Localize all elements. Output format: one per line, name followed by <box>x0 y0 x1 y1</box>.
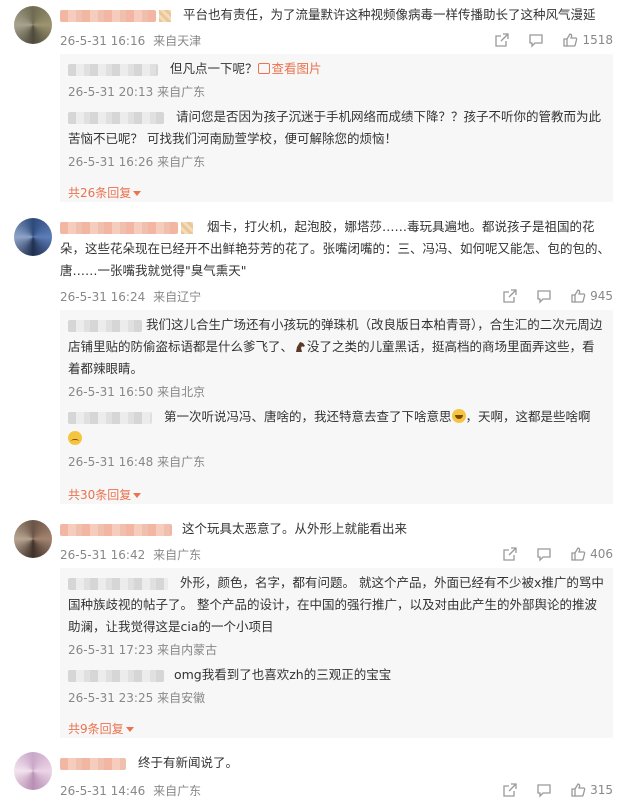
comment-meta: 26-5-31 14:46 来自广东 <box>60 782 205 799</box>
thumbs-up-icon <box>570 546 586 562</box>
comment-icon[interactable] <box>536 288 552 304</box>
reply-location: 来自内蒙古 <box>157 643 218 657</box>
reply-location: 来自安徽 <box>157 691 206 705</box>
thumbs-up-icon <box>570 782 586 798</box>
comment-actions: 406 <box>502 546 613 562</box>
reply-location: 来自北京 <box>157 385 206 399</box>
reply-text: 第一次听说冯冯、唐啥的，我还特意去查了下啥意思 <box>163 409 452 424</box>
comment-body: 烟卡，打火机，起泡胶，娜塔莎……毒玩具遍地。都说孩子是祖国的花朵，这些花朵现在已… <box>60 216 613 282</box>
reply-username[interactable] <box>68 577 168 590</box>
username[interactable] <box>60 757 126 770</box>
comment-location: 来自辽宁 <box>153 290 202 304</box>
thumbs-up-icon <box>562 32 578 48</box>
reply-date: 26-5-31 17:23 <box>68 643 154 657</box>
reply-username[interactable] <box>68 111 164 124</box>
more-replies-button[interactable]: 共26条回复 <box>68 184 142 201</box>
like-count: 1518 <box>582 33 613 47</box>
laughing-emoji-icon <box>451 409 466 423</box>
share-icon[interactable] <box>494 32 510 48</box>
image-icon <box>257 63 270 74</box>
avatar[interactable] <box>14 6 52 44</box>
badge-icon <box>159 9 171 22</box>
comment-text: 平台也有责任，为了流量默许这种视频像病毒一样传播助长了这种风气漫延 <box>182 7 596 22</box>
like-count: 315 <box>590 783 613 797</box>
username[interactable] <box>60 9 156 22</box>
reply-username[interactable] <box>68 669 164 682</box>
reply-date: 26-5-31 16:26 <box>68 155 154 169</box>
chevron-down-icon <box>133 493 142 498</box>
comment-location: 来自广东 <box>153 548 202 562</box>
reply-text: omg我看到了也喜欢zh的三观正的宝宝 <box>173 667 392 682</box>
reply-block: 但凡点一下呢？ 查看图片 26-5-31 20:13 来自广东 请问您是否因为孩子… <box>60 54 613 202</box>
reply-date: 26-5-31 16:48 <box>68 455 154 469</box>
comment-body: 终于有新闻说了。 <box>60 752 613 774</box>
share-icon[interactable] <box>502 782 518 798</box>
avatar[interactable] <box>14 520 52 558</box>
comment-item: 这个玩具太恶意了。从外形上就能看出来 26-5-31 16:42 来自广东 40… <box>0 510 625 742</box>
reply-username[interactable] <box>68 63 158 76</box>
reply-block: 我们这儿合生广场还有小孩玩的弹珠机（改良版日本柏青哥），合生汇的二次元周边店铺里… <box>60 310 613 504</box>
like-button[interactable]: 1518 <box>562 32 613 48</box>
avatar[interactable] <box>14 218 52 256</box>
reply-item: omg我看到了也喜欢zh的三观正的宝宝 26-5-31 23:25 来自安徽 <box>68 664 605 706</box>
like-count: 406 <box>590 547 613 561</box>
reply-date: 26-5-31 16:50 <box>68 385 154 399</box>
reply-username[interactable] <box>68 319 142 332</box>
reply-item: 但凡点一下呢？ 查看图片 26-5-31 20:13 来自广东 <box>68 58 605 100</box>
comment-icon[interactable] <box>536 782 552 798</box>
comment-icon[interactable] <box>536 546 552 562</box>
badge-icon <box>181 221 193 234</box>
comment-item: 平台也有责任，为了流量默许这种视频像病毒一样传播助长了这种风气漫延 26-5-3… <box>0 0 625 210</box>
share-icon[interactable] <box>502 288 518 304</box>
comment-text: 这个玩具太恶意了。从外形上就能看出来 <box>181 521 407 536</box>
comment-text: 终于有新闻说了。 <box>137 755 238 770</box>
comment-actions: 1518 <box>494 32 613 48</box>
reply-date: 26-5-31 23:25 <box>68 691 154 705</box>
comment-meta: 26-5-31 16:16 来自天津 <box>60 32 205 49</box>
comment-icon[interactable] <box>528 32 544 48</box>
more-replies-button[interactable]: 共9条回复 <box>68 720 134 737</box>
reply-block: 外形，颜色，名字，都有问题。 就这个产品，外面已经有不少被x推广的骂中国种族歧视… <box>60 568 613 738</box>
reply-item: 我们这儿合生广场还有小孩玩的弹珠机（改良版日本柏青哥），合生汇的二次元周边店铺里… <box>68 314 605 400</box>
chevron-down-icon <box>125 727 134 732</box>
comment-meta: 26-5-31 16:42 来自广东 <box>60 546 205 563</box>
comment-location: 来自天津 <box>153 34 202 48</box>
comment-actions: 315 <box>502 782 613 798</box>
crying-emoji-icon <box>68 431 82 445</box>
reply-location: 来自广东 <box>157 455 206 469</box>
comment-date: 26-5-31 16:16 <box>60 34 146 48</box>
comment-item: 终于有新闻说了。 26-5-31 14:46 来自广东 315 <box>0 742 625 809</box>
comment-meta: 26-5-31 16:24 来自辽宁 <box>60 288 205 305</box>
more-replies-button[interactable]: 共30条回复 <box>68 486 142 503</box>
reply-item: 外形，颜色，名字，都有问题。 就这个产品，外面已经有不少被x推广的骂中国种族歧视… <box>68 572 605 658</box>
username[interactable] <box>60 221 178 234</box>
comment-date: 26-5-31 16:42 <box>60 548 146 562</box>
comment-item: 烟卡，打火机，起泡胶，娜塔莎……毒玩具遍地。都说孩子是祖国的花朵，这些花朵现在已… <box>0 210 625 510</box>
reply-date: 26-5-31 20:13 <box>68 85 154 99</box>
reply-location: 来自广东 <box>157 155 206 169</box>
reply-text-continued: ，天啊，这都是些啥啊 <box>465 409 591 424</box>
like-button[interactable]: 945 <box>570 288 613 304</box>
comment-location: 来自广东 <box>153 784 202 798</box>
thumbs-up-icon <box>570 288 586 304</box>
view-image-link[interactable]: 查看图片 <box>272 61 322 76</box>
comment-body: 这个玩具太恶意了。从外形上就能看出来 <box>60 518 613 540</box>
reply-username[interactable] <box>68 411 152 424</box>
like-button[interactable]: 406 <box>570 546 613 562</box>
share-icon[interactable] <box>502 546 518 562</box>
chevron-down-icon <box>133 191 142 196</box>
avatar[interactable] <box>14 752 52 790</box>
horse-emoji-icon <box>293 338 307 352</box>
reply-text: 但凡点一下呢？ <box>169 61 258 76</box>
reply-location: 来自广东 <box>157 85 206 99</box>
like-button[interactable]: 315 <box>570 782 613 798</box>
comment-date: 26-5-31 16:24 <box>60 290 146 304</box>
reply-item: 第一次听说冯冯、唐啥的，我还特意去查了下啥意思 ，天啊，这都是些啥啊 26-5-3… <box>68 406 605 470</box>
comment-actions: 945 <box>502 288 613 304</box>
like-count: 945 <box>590 289 613 303</box>
comment-date: 26-5-31 14:46 <box>60 784 146 798</box>
username[interactable] <box>60 523 172 536</box>
reply-item: 请问您是否因为孩子沉迷于手机网络而成绩下降？？孩子不听你的管教而为此苦恼不已呢？… <box>68 106 605 170</box>
comment-body: 平台也有责任，为了流量默许这种视频像病毒一样传播助长了这种风气漫延 <box>60 4 613 26</box>
